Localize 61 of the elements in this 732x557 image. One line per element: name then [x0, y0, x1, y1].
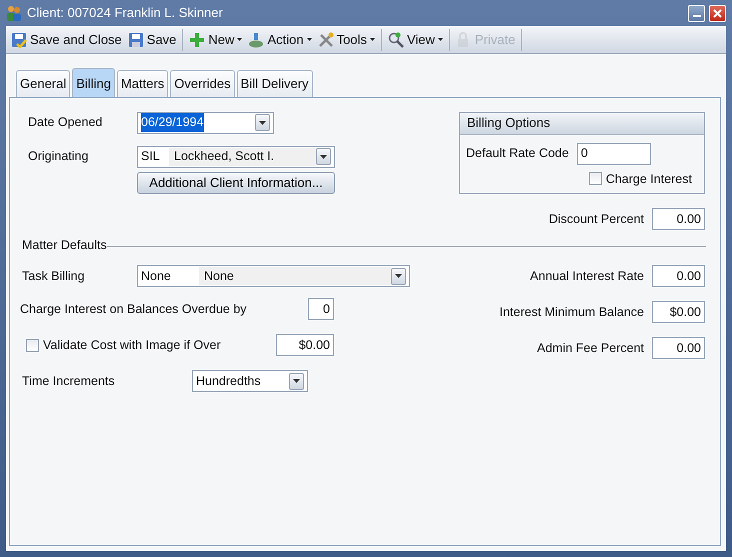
tab[interactable]: Overrides — [170, 70, 235, 96]
toolbar-button[interactable]: New — [186, 28, 246, 50]
additional-info-button[interactable]: Additional Client Information... — [137, 172, 335, 194]
field-label: Time Increments — [22, 372, 116, 390]
close-icon — [713, 8, 722, 18]
checkbox[interactable] — [26, 338, 39, 352]
tab[interactable]: Matters — [116, 70, 168, 96]
dropdown-button[interactable] — [289, 372, 304, 390]
dropdown-button[interactable] — [391, 268, 406, 284]
minimum-balance-field[interactable]: $0.00 — [652, 301, 705, 323]
caret-icon — [237, 38, 242, 41]
caret-icon — [306, 38, 312, 41]
panel-header: Billing Options — [460, 112, 704, 134]
field-label: Originating — [28, 148, 90, 166]
field-label: Discount Percent — [548, 210, 644, 228]
discount-field[interactable]: 0.00 — [652, 208, 705, 230]
plus-icon — [189, 32, 206, 48]
rate-code-field[interactable]: 0 — [576, 142, 651, 164]
tab[interactable]: Billing — [72, 68, 115, 96]
toolbar-button[interactable]: Save and Close — [8, 28, 125, 50]
field-label: Default Rate Code — [466, 145, 569, 162]
toolbar-button[interactable]: View — [384, 28, 446, 50]
floppy-check-icon — [11, 32, 27, 48]
close-button[interactable] — [709, 4, 726, 22]
magnifier-icon — [388, 32, 404, 48]
caret-icon — [259, 120, 266, 124]
tab[interactable]: General — [16, 70, 70, 96]
task-billing-combo[interactable]: None None — [137, 265, 410, 287]
admin-fee-field[interactable]: 0.00 — [652, 337, 705, 359]
caret-icon — [293, 379, 300, 383]
field-label: Admin Fee Percent — [537, 340, 644, 357]
caret-icon — [438, 38, 443, 41]
toolbar-button[interactable]: Save — [124, 28, 180, 50]
checkbox-label: Validate Cost with Image if Over — [43, 336, 221, 354]
time-increments-combo[interactable]: Hundredths — [192, 370, 308, 392]
checkbox[interactable] — [588, 172, 602, 186]
amount-field[interactable]: $0.00 — [276, 334, 334, 356]
originating-combo[interactable]: SIL Lockheed, Scott I. — [137, 146, 335, 168]
field-label: Task Billing — [22, 268, 86, 285]
tools-icon — [318, 32, 334, 48]
field-label: Annual Interest Rate — [530, 268, 644, 285]
people-icon — [6, 5, 22, 21]
date-field[interactable]: 06/29/1994 — [137, 112, 274, 134]
overdue-days-field[interactable]: 0 — [308, 298, 334, 320]
section-title: Matter Defaults — [22, 237, 107, 254]
toolbar-button[interactable]: Action — [245, 28, 315, 50]
tab[interactable]: Bill Delivery — [236, 70, 313, 96]
interest-rate-field[interactable]: 0.00 — [652, 265, 705, 287]
caret-icon — [370, 38, 375, 41]
caret-icon — [320, 154, 327, 158]
window-title: Client: 007024 Franklin L. Skinner — [27, 4, 223, 22]
field-label: Charge Interest on Balances Overdue by — [20, 300, 247, 318]
toolbar-button[interactable]: Tools — [314, 28, 378, 50]
minimize-button[interactable] — [688, 4, 705, 22]
dropdown-button[interactable] — [316, 148, 331, 165]
field-label: Date Opened — [28, 114, 104, 132]
checkbox-label: Charge Interest — [606, 170, 692, 188]
caret-icon — [395, 274, 402, 278]
field-label: Interest Minimum Balance — [499, 304, 644, 321]
minimize-icon — [692, 15, 700, 17]
dropdown-button[interactable] — [255, 114, 270, 131]
